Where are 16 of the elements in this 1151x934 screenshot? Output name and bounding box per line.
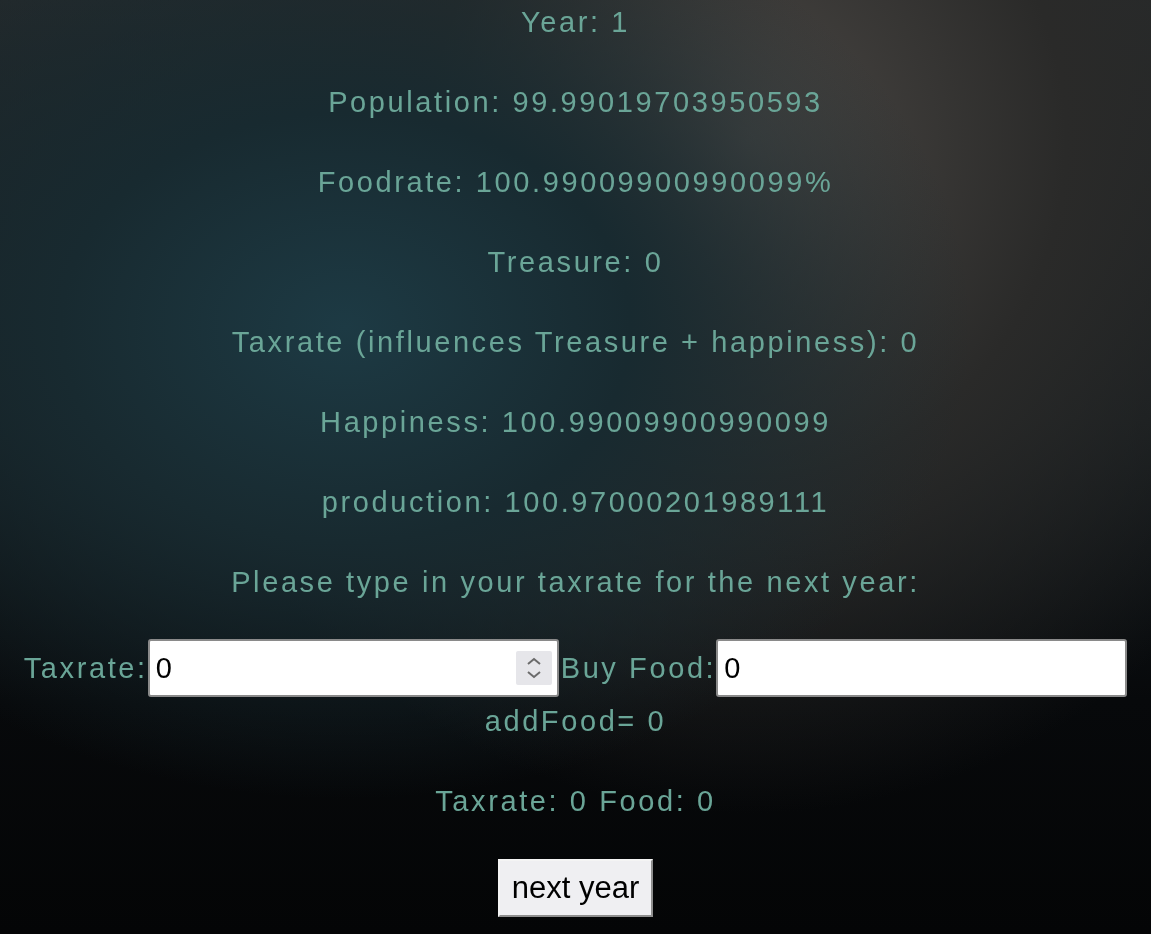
stat-text: production: 100.97000201989111 [321, 485, 830, 520]
number-field[interactable]: 0 [147, 639, 559, 697]
stat-text: Year: 1 [520, 5, 630, 40]
field-label: Taxrate: [23, 651, 148, 686]
stat-text: Foodrate: 100.99009900990099% [317, 165, 834, 200]
add-food-text: addFood= 0 [484, 704, 667, 739]
prompt-text: Please type in your taxrate for the next year: [231, 565, 920, 600]
field-label: Buy Food: [560, 651, 717, 686]
spinner-icon[interactable] [515, 651, 552, 685]
stat-text: Taxrate (influences Treasure + happiness): 0 [231, 325, 920, 360]
stat-text: Treasure: 0 [487, 245, 664, 280]
text-field[interactable]: 0 [716, 639, 1128, 697]
summary-text: Taxrate: 0 Food: 0 [435, 784, 716, 819]
next-year-button[interactable]: next year [497, 859, 654, 917]
stat-text: Happiness: 100.99009900990099 [320, 405, 831, 440]
stat-text: Population: 99.99019703950593 [328, 85, 823, 120]
